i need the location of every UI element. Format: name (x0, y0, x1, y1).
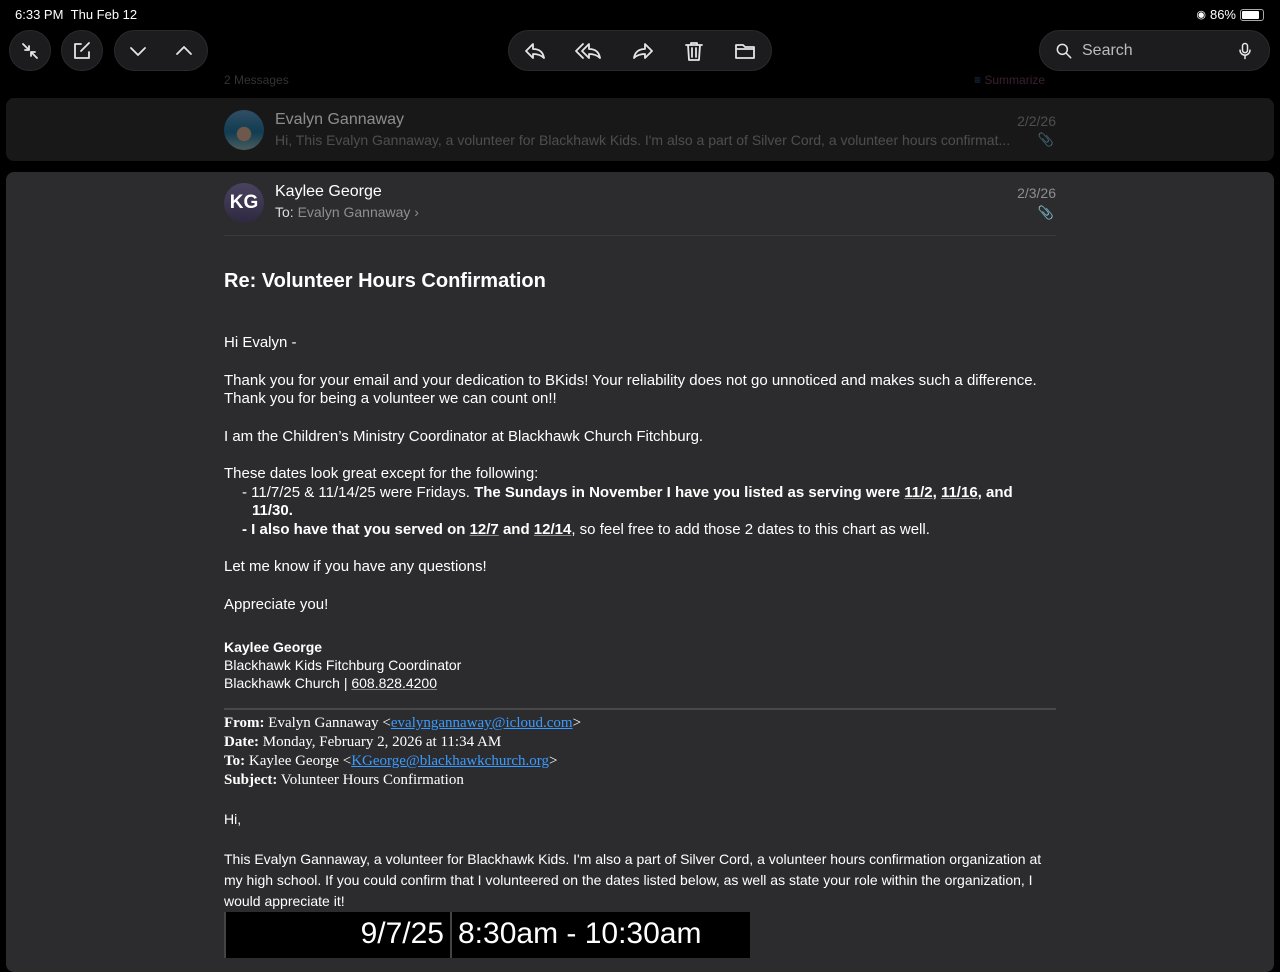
battery-icon (1240, 8, 1264, 21)
reply-icon[interactable] (523, 39, 547, 63)
summarize-icon: ≡ (974, 73, 982, 87)
search-field[interactable]: Search (1039, 30, 1270, 71)
chevron-down-icon[interactable] (126, 39, 150, 63)
message-date: 2/2/26 (1017, 113, 1056, 129)
message-nav (114, 30, 208, 71)
email-subject: Re: Volunteer Hours Confirmation (224, 270, 546, 292)
microphone-icon[interactable] (1235, 39, 1255, 63)
reply-all-icon[interactable] (574, 39, 604, 63)
avatar: KG (224, 183, 264, 223)
summarize-button[interactable]: ≡ Summarize (974, 73, 1045, 87)
collapse-icon (22, 42, 38, 59)
attachment-icon: 📎 (1037, 132, 1054, 147)
status-time: 6:33 PM Thu Feb 12 (15, 7, 138, 22)
quoted-header: From: Evalyn Gannaway <evalyngannaway@ic… (224, 708, 1056, 790)
avatar (224, 110, 264, 150)
sender-name: Kaylee George (275, 183, 382, 200)
to-email-link[interactable]: KGeorge@blackhawkchurch.org (351, 753, 549, 769)
forward-icon[interactable] (631, 39, 655, 63)
compose-button[interactable] (61, 30, 103, 71)
message-count: 2 Messages (224, 73, 289, 87)
volunteer-table-row: 9/7/25 8:30am - 10:30am (224, 911, 750, 958)
message-preview: Hi, This Evalyn Gannaway, a volunteer fo… (275, 132, 1011, 148)
message-collapsed[interactable]: Evalyn Gannaway Hi, This Evalyn Gannaway… (6, 98, 1274, 161)
folder-icon[interactable] (733, 39, 757, 63)
message-date: 2/3/26 (1017, 185, 1056, 201)
from-email-link[interactable]: evalyngannaway@icloud.com (391, 715, 573, 731)
phone-link[interactable]: 608.828.4200 (351, 675, 437, 691)
compose-icon (74, 41, 90, 59)
sender-name: Evalyn Gannaway (275, 111, 404, 128)
trash-icon[interactable] (682, 39, 706, 63)
search-icon (1056, 43, 1072, 58)
recipient-row[interactable]: To: Evalyn Gannaway › (275, 204, 419, 220)
status-right: ◉ 86% (1196, 7, 1264, 22)
action-toolbar (508, 30, 772, 71)
chevron-up-icon[interactable] (172, 39, 196, 63)
message-expanded: KG Kaylee George To: Evalyn Gannaway › 2… (6, 172, 1274, 972)
wifi-icon: ◉ (1196, 9, 1206, 21)
collapse-button[interactable] (9, 30, 51, 71)
email-body: Hi Evalyn - Thank you for your email and… (224, 334, 1056, 958)
attachment-icon: 📎 (1037, 205, 1054, 220)
signature: Kaylee George Blackhawk Kids Fitchburg Co… (224, 639, 462, 691)
search-placeholder: Search (1082, 41, 1133, 59)
